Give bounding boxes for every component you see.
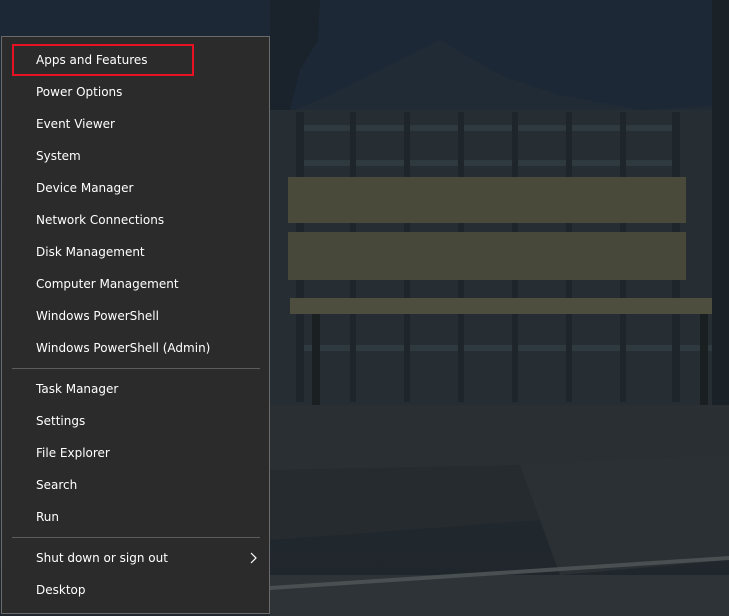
menu-item-task-manager[interactable]: Task Manager [2, 373, 269, 405]
menu-item-label: System [36, 149, 81, 163]
menu-item-label: Shut down or sign out [36, 551, 168, 565]
menu-item-apps-and-features[interactable]: Apps and Features [2, 44, 269, 76]
menu-item-label: Disk Management [36, 245, 145, 259]
menu-separator [12, 368, 260, 369]
menu-item-device-manager[interactable]: Device Manager [2, 172, 269, 204]
menu-item-search[interactable]: Search [2, 469, 269, 501]
menu-item-label: File Explorer [36, 446, 110, 460]
menu-item-label: Event Viewer [36, 117, 115, 131]
menu-item-label: Apps and Features [36, 53, 148, 67]
menu-item-label: Search [36, 478, 78, 492]
menu-item-label: Network Connections [36, 213, 165, 227]
menu-item-label: Run [36, 510, 60, 524]
menu-item-windows-powershell[interactable]: Windows PowerShell [2, 300, 269, 332]
menu-item-file-explorer[interactable]: File Explorer [2, 437, 269, 469]
menu-item-network-connections[interactable]: Network Connections [2, 204, 269, 236]
winx-context-menu: Apps and Features Power Options Event Vi… [1, 36, 270, 614]
menu-item-computer-management[interactable]: Computer Management [2, 268, 269, 300]
menu-item-label: Device Manager [36, 181, 134, 195]
menu-item-event-viewer[interactable]: Event Viewer [2, 108, 269, 140]
menu-item-label: Computer Management [36, 277, 179, 291]
chevron-right-icon [250, 552, 257, 564]
menu-item-settings[interactable]: Settings [2, 405, 269, 437]
menu-item-shut-down-or-sign-out[interactable]: Shut down or sign out [2, 542, 269, 574]
menu-item-label: Power Options [36, 85, 123, 99]
menu-item-run[interactable]: Run [2, 501, 269, 533]
menu-item-label: Desktop [36, 583, 86, 597]
menu-separator [12, 537, 260, 538]
menu-item-system[interactable]: System [2, 140, 269, 172]
menu-item-label: Settings [36, 414, 86, 428]
menu-item-label: Task Manager [36, 382, 119, 396]
menu-item-power-options[interactable]: Power Options [2, 76, 269, 108]
menu-item-disk-management[interactable]: Disk Management [2, 236, 269, 268]
menu-item-windows-powershell-admin[interactable]: Windows PowerShell (Admin) [2, 332, 269, 364]
menu-item-label: Windows PowerShell [36, 309, 159, 323]
menu-item-desktop[interactable]: Desktop [2, 574, 269, 606]
menu-item-label: Windows PowerShell (Admin) [36, 341, 211, 355]
